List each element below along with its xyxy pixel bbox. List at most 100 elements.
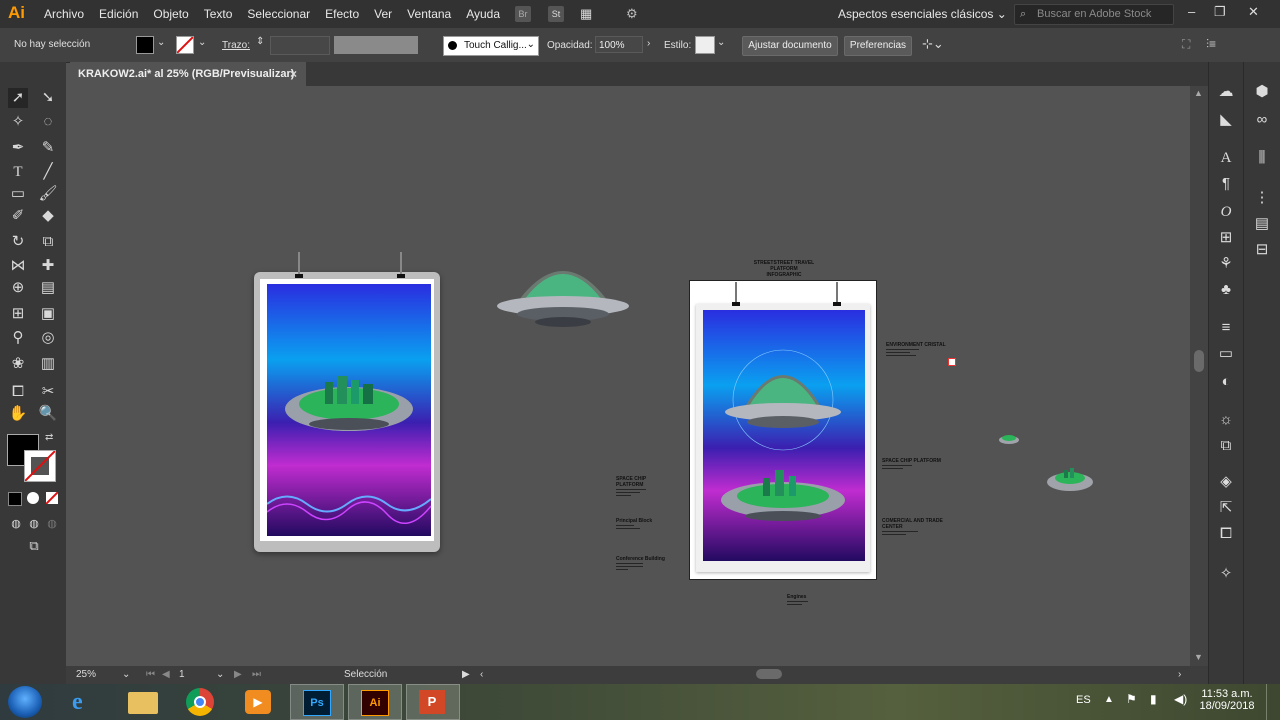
chevron-down-icon[interactable]: ⌄	[198, 37, 206, 48]
3d-icon[interactable]: ⬢	[1252, 82, 1272, 102]
stock-search-input[interactable]: ⌕ Buscar en Adobe Stock	[1014, 4, 1174, 25]
bridge-icon[interactable]: Br	[515, 6, 531, 22]
document-setup-button[interactable]: Ajustar documento	[742, 36, 838, 56]
chevron-down-icon[interactable]: ⌄	[157, 37, 165, 48]
menu-efecto[interactable]: Efecto	[325, 7, 359, 21]
transform-icon[interactable]: ▤	[1252, 214, 1272, 234]
minimize-icon[interactable]: –	[1188, 4, 1195, 19]
width-tool-icon[interactable]: ⋈	[8, 256, 28, 276]
gpu-performance-icon[interactable]: ⚙	[626, 6, 642, 22]
poster-artwork-right[interactable]	[703, 310, 865, 561]
draw-normal-icon[interactable]: ◍	[6, 514, 26, 534]
fill-swatch[interactable]	[136, 36, 154, 54]
blend-tool-icon[interactable]: ◎	[38, 328, 58, 348]
menu-ver[interactable]: Ver	[374, 7, 392, 21]
scroll-thumb[interactable]	[1194, 350, 1204, 372]
show-desktop-button[interactable]	[1266, 684, 1280, 720]
symbols-icon[interactable]: ♣	[1216, 280, 1236, 300]
language-indicator[interactable]: ES	[1076, 694, 1091, 706]
menu-archivo[interactable]: Archivo	[44, 7, 84, 21]
curvature-tool-icon[interactable]: ✎	[38, 138, 58, 158]
taskbar-file-explorer[interactable]	[116, 684, 170, 720]
creative-cloud-icon[interactable]: ∞	[1252, 110, 1272, 130]
scroll-up-icon[interactable]: ▲	[1194, 88, 1203, 98]
libraries-icon[interactable]: ☁	[1216, 82, 1236, 102]
opacity-input[interactable]: 100%	[595, 36, 643, 53]
taskbar-media-player[interactable]: ▶	[232, 684, 286, 720]
clock[interactable]: 11:53 a.m. 18/09/2018	[1198, 688, 1256, 712]
stroke-stepper[interactable]: ⇕	[256, 36, 264, 47]
brush-definition[interactable]: Touch Callig... ⌄	[443, 36, 539, 56]
magic-wand-icon[interactable]: ✧	[8, 112, 28, 132]
restore-icon[interactable]: ❐	[1214, 4, 1226, 20]
type-tool-icon[interactable]: T	[8, 162, 28, 182]
action-center-icon[interactable]: ⚑	[1126, 692, 1137, 706]
stock-icon[interactable]: St	[548, 6, 564, 22]
gradient-panel-icon[interactable]: ▭	[1216, 344, 1236, 364]
zoom-level[interactable]: 25%	[76, 669, 96, 680]
label-block-environment[interactable]: ENVIRONMENT CRISTAL ▬▬▬▬▬▬▬▬▬▬▬ ▬▬▬▬▬▬▬▬ ▬…	[886, 342, 954, 357]
chevron-right-icon[interactable]: ›	[647, 38, 650, 49]
close-window-icon[interactable]: ✕	[1248, 4, 1259, 20]
line-tool-icon[interactable]: ╱	[38, 162, 58, 182]
eyedropper-icon[interactable]: ⚲	[8, 328, 28, 348]
menu-texto[interactable]: Texto	[204, 7, 233, 21]
menu-edicion[interactable]: Edición	[99, 7, 138, 21]
gradient-tool-icon[interactable]: ▣	[38, 304, 58, 324]
label-block-principal[interactable]: Principal Block ▬▬▬▬▬▬ ▬▬▬▬▬▬▬▬	[616, 518, 666, 530]
poster-artwork-left[interactable]	[267, 284, 431, 536]
document-tab[interactable]: KRAKOW2.ai* al 25% (RGB/Previsualizar) ×	[70, 62, 306, 86]
chevron-down-icon[interactable]: ⌄	[717, 37, 725, 48]
small-platform-artwork[interactable]	[998, 432, 1020, 446]
asset-export-icon[interactable]: ◣	[1216, 110, 1236, 130]
vertical-scrollbar[interactable]: ▲ ▼	[1190, 86, 1208, 666]
chevron-down-icon[interactable]: ⌄	[216, 669, 224, 680]
workspace-switcher[interactable]: Aspectos esenciales clásicos ⌄	[838, 7, 1007, 21]
taskbar-powerpoint[interactable]: P	[406, 684, 460, 720]
scroll-down-icon[interactable]: ▼	[1194, 652, 1203, 662]
perspective-grid-icon[interactable]: ▤	[38, 278, 58, 298]
small-platform-artwork[interactable]	[1046, 466, 1094, 494]
tray-expand-icon[interactable]: ▲	[1104, 694, 1114, 705]
start-button[interactable]	[8, 686, 42, 718]
rectangle-tool-icon[interactable]: ▭	[8, 184, 28, 204]
paintbrush-icon[interactable]: 🖌	[38, 184, 58, 204]
battery-icon[interactable]: ▮	[1150, 692, 1157, 706]
label-block-platform-right[interactable]: SPACE CHIP PLATFORM ▬▬▬▬▬▬▬▬▬▬ ▬▬▬▬▬▬▬	[882, 458, 942, 470]
menu-seleccionar[interactable]: Seleccionar	[247, 7, 310, 21]
appearance-icon[interactable]: ☼	[1216, 410, 1236, 430]
taskbar-illustrator[interactable]: Ai	[348, 684, 402, 720]
chevron-down-icon[interactable]: ⌄	[122, 669, 130, 680]
graphic-style-swatch[interactable]	[695, 36, 715, 54]
stroke-weight-input[interactable]	[270, 36, 330, 55]
pen-tool-icon[interactable]: ✒	[8, 138, 28, 158]
taskbar-photoshop[interactable]: Ps	[290, 684, 344, 720]
none-mode-icon[interactable]	[45, 491, 59, 505]
align-icon[interactable]: ⛶	[1182, 37, 1190, 52]
rotate-tool-icon[interactable]: ↻	[8, 232, 28, 252]
layers-icon[interactable]: ◈	[1216, 472, 1236, 492]
screen-mode-icon[interactable]: ⧉	[24, 536, 44, 556]
swap-colors-icon[interactable]: ⇄	[45, 432, 53, 443]
image-trace-icon[interactable]: ✧	[1216, 564, 1236, 584]
status-menu-icon[interactable]: ▶	[462, 669, 470, 680]
lasso-icon[interactable]: ◌	[38, 112, 58, 132]
dome-platform-artwork[interactable]	[496, 248, 630, 334]
shape-builder-icon[interactable]: ⊕	[8, 278, 28, 298]
gradient-mode-icon[interactable]	[27, 492, 39, 504]
variable-width-profile[interactable]	[334, 36, 418, 54]
arrange-documents-icon[interactable]: ▦	[580, 6, 596, 22]
canvas[interactable]	[66, 86, 1190, 666]
mesh-tool-icon[interactable]: ⊞	[8, 304, 28, 324]
graphic-styles-icon[interactable]: ⧉	[1216, 436, 1236, 456]
taskbar-chrome[interactable]	[174, 684, 228, 720]
menu-ventana[interactable]: Ventana	[407, 7, 451, 21]
label-block-conference[interactable]: Conference Building ▬▬▬▬▬▬▬▬▬ ▬▬▬▬▬▬▬▬▬ ▬▬…	[616, 556, 674, 571]
taskbar-internet-explorer[interactable]: e	[58, 684, 112, 720]
artboards-icon[interactable]: ⧠	[1216, 524, 1236, 544]
first-page-icon[interactable]: ⏮	[146, 669, 155, 680]
stroke-panel-icon[interactable]: ≡	[1216, 318, 1236, 338]
prev-page-icon[interactable]: ◀	[162, 669, 170, 680]
paragraph-icon[interactable]: ¶	[1216, 174, 1236, 194]
align-panel-icon[interactable]: ⫼	[1252, 148, 1272, 168]
